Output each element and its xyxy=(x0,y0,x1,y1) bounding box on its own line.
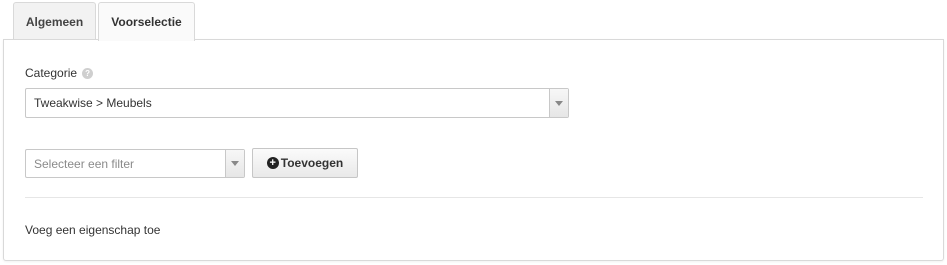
voorselectie-panel: Categorie ? Tweakwise > Meubels Selectee… xyxy=(3,39,944,261)
question-icon[interactable]: ? xyxy=(82,67,94,79)
tab-bar: Algemeen Voorselectie xyxy=(0,0,947,41)
tab-voorselectie[interactable]: Voorselectie xyxy=(98,2,195,41)
category-label: Categorie xyxy=(25,66,78,80)
category-value: Tweakwise > Meubels xyxy=(34,96,152,110)
filter-placeholder: Selecteer een filter xyxy=(34,156,135,171)
chevron-down-icon[interactable] xyxy=(549,89,568,117)
add-button-label: Toevoegen xyxy=(280,156,344,170)
category-select[interactable]: Tweakwise > Meubels xyxy=(25,88,569,118)
category-label-row: Categorie ? xyxy=(25,65,94,81)
tab-label: Algemeen xyxy=(25,14,84,29)
property-note: Voeg een eigenschap toe xyxy=(25,223,161,237)
tab-algemeen[interactable]: Algemeen xyxy=(13,2,96,40)
chevron-down-icon[interactable] xyxy=(225,150,244,177)
plus-circle-icon: + xyxy=(266,157,279,169)
divider xyxy=(25,197,923,198)
filter-select[interactable]: Selecteer een filter xyxy=(25,149,245,178)
tab-label: Voorselectie xyxy=(111,15,182,29)
add-filter-button[interactable]: + Toevoegen xyxy=(252,148,358,178)
